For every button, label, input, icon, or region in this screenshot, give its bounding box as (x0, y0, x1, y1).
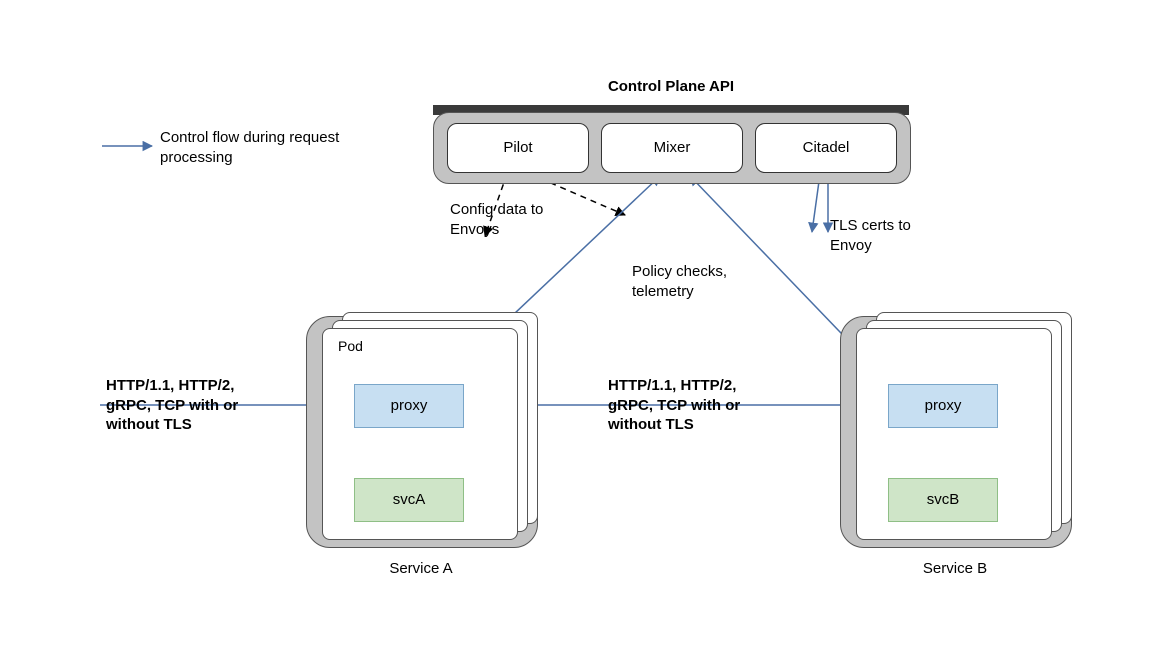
svc-box-b: svcB (888, 478, 998, 522)
proxy-box-b: proxy (888, 384, 998, 428)
service-a-title: Service A (306, 560, 536, 577)
protocols-left: HTTP/1.1, HTTP/2, gRPC, TCP with or with… (106, 376, 276, 435)
proxy-box-a: proxy (354, 384, 464, 428)
svc-box-a: svcA (354, 478, 464, 522)
protocols-mid: HTTP/1.1, HTTP/2, gRPC, TCP with or with… (608, 376, 778, 435)
pilot-box: Pilot (447, 123, 589, 173)
policy-checks-label: Policy checks, telemetry (632, 262, 772, 301)
legend-text: Control flow during request processing (160, 128, 340, 167)
config-to-envoys-label: Config data to Envoys (450, 200, 590, 239)
service-b-title: Service B (840, 560, 1070, 577)
citadel-box: Citadel (755, 123, 897, 173)
pod-label-a: Pod (338, 338, 363, 354)
tls-certs-label: TLS certs to Envoy (830, 216, 950, 255)
mixer-box: Mixer (601, 123, 743, 173)
control-plane-title: Control Plane API (433, 78, 909, 95)
